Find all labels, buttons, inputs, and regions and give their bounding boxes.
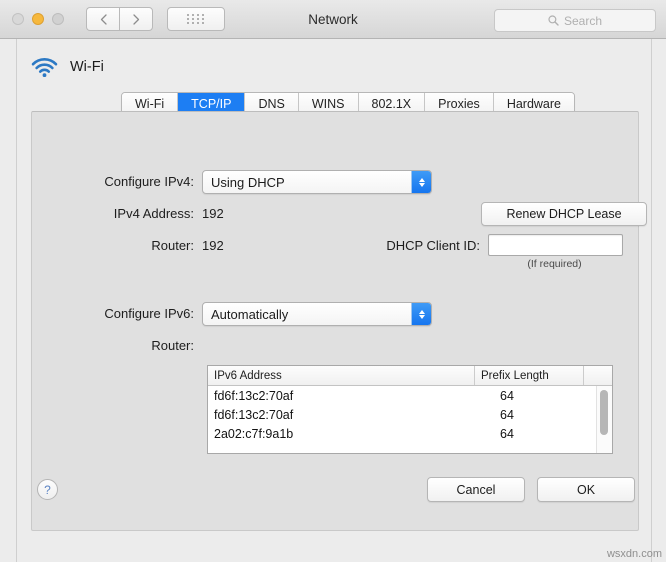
renew-dhcp-lease-button[interactable]: Renew DHCP Lease <box>481 202 647 226</box>
dhcp-client-id-input[interactable] <box>488 234 623 256</box>
sheet-action-buttons: Cancel OK <box>427 477 635 502</box>
configure-ipv6-popup[interactable]: Automatically <box>202 302 432 326</box>
dhcp-client-id-hint: (If required) <box>527 258 582 270</box>
table-body: fd6f:13c2:70af 64 fd6f:13c2:70af 64 2a02… <box>208 386 612 453</box>
window-traffic-lights <box>12 13 64 25</box>
show-all-button[interactable] <box>167 7 225 31</box>
chevron-left-icon <box>100 13 107 25</box>
table-header-row: IPv6 Address Prefix Length <box>208 366 612 386</box>
tcpip-content-panel: Configure IPv4: Using DHCP IPv4 Address:… <box>31 111 647 531</box>
ipv6-address-table[interactable]: IPv6 Address Prefix Length fd6f:13c2:70a… <box>207 365 613 454</box>
column-header-prefix-length[interactable]: Prefix Length <box>475 366 584 385</box>
configure-ipv6-label: Configure IPv6: <box>104 306 194 321</box>
cell-prefix-length: 64 <box>500 407 514 422</box>
grid-icon <box>187 14 205 24</box>
tcpip-sheet: Wi-Fi Wi-Fi TCP/IP DNS WINS 802.1X Proxi… <box>16 39 652 562</box>
interface-name: Wi-Fi <box>70 59 104 75</box>
navigation-buttons <box>86 7 153 31</box>
chevron-updown-icon <box>411 303 431 325</box>
interface-header: Wi-Fi <box>31 57 104 77</box>
help-button[interactable]: ? <box>37 479 58 500</box>
ipv4-router-value: 192 <box>202 238 224 253</box>
table-row[interactable]: fd6f:13c2:70af 64 <box>208 386 612 405</box>
forward-button[interactable] <box>119 7 153 31</box>
cancel-button[interactable]: Cancel <box>427 477 525 502</box>
cell-ipv6-address: fd6f:13c2:70af <box>214 407 294 422</box>
close-button[interactable] <box>12 13 24 25</box>
table-row[interactable]: fd6f:13c2:70af 64 <box>208 405 612 424</box>
search-placeholder: Search <box>563 13 603 28</box>
dhcp-client-id-label: DHCP Client ID: <box>386 238 480 253</box>
ipv4-address-value: 192 <box>202 206 224 221</box>
configure-ipv6-value: Automatically <box>211 306 289 322</box>
window-titlebar: Network Search <box>0 0 666 39</box>
scrollbar-thumb[interactable] <box>600 390 608 435</box>
configure-ipv4-popup[interactable]: Using DHCP <box>202 170 432 194</box>
cell-prefix-length: 64 <box>500 426 514 441</box>
ipv6-router-label: Router: <box>151 338 194 353</box>
ok-button[interactable]: OK <box>537 477 635 502</box>
chevron-right-icon <box>132 13 139 25</box>
network-preferences-window: Network Search Wi-Fi Wi-Fi TCP/IP DNS WI… <box>0 0 666 562</box>
configure-ipv4-value: Using DHCP <box>211 174 285 190</box>
wifi-icon <box>31 58 58 77</box>
minimize-button[interactable] <box>32 13 44 25</box>
column-header-ipv6-address[interactable]: IPv6 Address <box>208 366 475 385</box>
cell-ipv6-address: fd6f:13c2:70af <box>214 388 294 403</box>
ipv4-address-label: IPv4 Address: <box>113 206 194 221</box>
zoom-button[interactable] <box>52 13 64 25</box>
chevron-updown-icon <box>411 171 431 193</box>
watermark: wsxdn.com <box>606 548 662 560</box>
table-vertical-scrollbar[interactable] <box>596 386 612 453</box>
back-button[interactable] <box>86 7 119 31</box>
column-header-spacer <box>584 366 612 385</box>
cell-ipv6-address: 2a02:c7f:9a1b <box>214 426 294 441</box>
configure-ipv4-label: Configure IPv4: <box>104 174 194 189</box>
ipv4-router-label: Router: <box>151 238 194 253</box>
cell-prefix-length: 64 <box>500 388 514 403</box>
table-row[interactable]: 2a02:c7f:9a1b 64 <box>208 424 612 443</box>
search-field[interactable]: Search <box>494 9 656 32</box>
search-icon <box>548 15 559 26</box>
